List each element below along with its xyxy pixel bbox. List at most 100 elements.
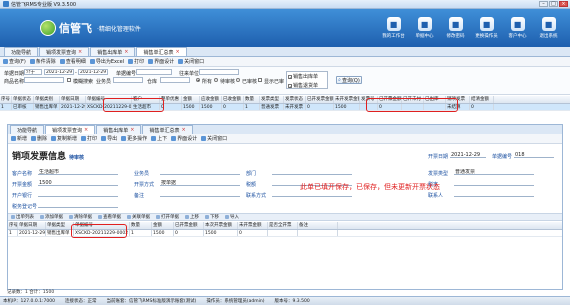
field-input[interactable]: 按单据 <box>160 180 240 186</box>
column-header[interactable]: 应收金额 <box>200 96 222 103</box>
toolbar-button[interactable]: 打印 <box>81 135 97 142</box>
field-input[interactable]: 1500 <box>38 180 118 186</box>
invoice-date-input[interactable]: 2021-12-29 <box>450 152 486 158</box>
close-icon[interactable]: × <box>124 49 128 55</box>
column-header[interactable]: 本次开票金额 <box>204 222 238 229</box>
tab-1[interactable]: 销项发票查询 × <box>39 47 90 56</box>
warehouse-input[interactable] <box>160 77 190 83</box>
column-header[interactable]: 序号 <box>8 222 18 229</box>
date-op-select[interactable]: 介于 <box>24 69 42 75</box>
maximize-button[interactable]: □ <box>549 1 558 7</box>
doc-type-item[interactable]: ✓ 销售出库单 <box>287 72 327 81</box>
tab-3[interactable]: 销售单汇总表 × <box>142 125 193 134</box>
query-button[interactable]: ⌕ 查询(Q) <box>336 76 362 84</box>
field-input[interactable] <box>454 180 534 186</box>
minimize-button[interactable]: – <box>539 1 548 7</box>
column-header[interactable]: 数量 <box>130 222 152 229</box>
toolbar-button[interactable]: 关闭窗口 <box>178 58 204 65</box>
show-audited-checkbox[interactable] <box>258 78 262 82</box>
column-header[interactable]: 序号 <box>0 96 12 103</box>
tab-3[interactable]: 销售单汇总表 × <box>136 47 187 56</box>
dept-input[interactable] <box>113 77 143 83</box>
toolbar-button[interactable]: 查看明细 <box>59 58 86 65</box>
toolbar-button[interactable]: 条件清除 <box>29 58 56 65</box>
pending-radio[interactable] <box>214 78 218 82</box>
nav-item[interactable]: ■ 单据中心 <box>411 13 438 43</box>
close-button[interactable]: × <box>559 1 568 7</box>
all-radio[interactable]: • <box>196 78 200 83</box>
nav-item[interactable]: ■ 我的工作台 <box>380 13 407 43</box>
column-header[interactable]: 数量 <box>244 96 260 103</box>
field-input[interactable] <box>160 191 240 197</box>
column-header[interactable]: 单据状态 <box>12 96 34 103</box>
toolbar-button[interactable]: 界面设计 <box>171 135 197 142</box>
toolbar-button[interactable]: 上下 <box>151 135 167 142</box>
tab-1[interactable]: 销项发票查询 × <box>45 125 96 134</box>
close-icon[interactable]: × <box>78 49 82 55</box>
column-header[interactable]: 备注 <box>298 222 338 229</box>
close-icon[interactable]: × <box>175 49 179 55</box>
toolbar-button[interactable]: 新增 <box>11 135 27 142</box>
close-icon[interactable]: × <box>181 127 185 133</box>
column-header[interactable]: 是否全开票 <box>268 222 298 229</box>
doc-type-item[interactable]: ✓ 销售退货单 <box>287 81 327 90</box>
detail-tool[interactable]: 打开单据 <box>156 214 179 220</box>
detail-tool[interactable]: 添加单据 <box>40 214 63 220</box>
detail-tool[interactable]: 导入 <box>225 214 239 220</box>
toolbar-button[interactable]: 打印 <box>128 58 144 65</box>
field-input[interactable]: 生活超市 <box>38 169 118 175</box>
column-header[interactable]: 未开票金额 <box>238 222 268 229</box>
close-icon[interactable]: × <box>130 127 134 133</box>
column-header[interactable]: 发票类型 <box>260 96 284 103</box>
detail-tool[interactable]: 清除单据 <box>69 214 92 220</box>
field-input[interactable] <box>454 191 534 197</box>
field-input[interactable] <box>38 191 118 197</box>
tab-2[interactable]: 销售出库单 × <box>96 125 142 134</box>
toolbar-button[interactable]: 删除 <box>31 135 47 142</box>
nav-item[interactable]: ■ 客户中心 <box>504 13 531 43</box>
tab-2[interactable]: 销售出库单 × <box>90 47 136 56</box>
date-from-input[interactable]: 2021-12-29 <box>44 69 74 75</box>
table-row[interactable]: 1已审核销售出库单2021-12-29XSCKD-20211229-0002生活… <box>0 104 570 111</box>
column-header[interactable]: 结清金额 <box>470 96 494 103</box>
column-header[interactable]: 单据类型 <box>46 222 74 229</box>
toolbar-button[interactable]: 界面设计 <box>148 58 174 65</box>
field-input[interactable] <box>38 202 118 208</box>
nav-item[interactable]: ■ 退出系统 <box>535 13 562 43</box>
goods-input[interactable] <box>24 77 64 83</box>
tab-0[interactable]: 功能导航 <box>4 47 39 56</box>
nav-item[interactable]: ■ 修改密码 <box>442 13 469 43</box>
settle-input[interactable] <box>199 69 239 75</box>
field-input[interactable] <box>160 169 240 175</box>
column-header[interactable]: 已开票金额 <box>174 222 204 229</box>
column-header[interactable]: 金额 <box>182 96 200 103</box>
toolbar-button[interactable]: 复制新增 <box>51 135 77 142</box>
detail-tool[interactable]: 关联单据 <box>127 214 150 220</box>
fuzzy-checkbox[interactable] <box>67 78 71 82</box>
close-icon[interactable]: × <box>84 127 88 133</box>
column-header[interactable]: 单据日期 <box>60 96 86 103</box>
column-header[interactable]: 单据日期 <box>18 222 46 229</box>
column-header[interactable]: 已收金额 <box>222 96 244 103</box>
toolbar-button[interactable]: 导出 <box>101 135 117 142</box>
column-header[interactable]: 未开发票金额 <box>334 96 360 103</box>
field-input[interactable] <box>272 169 352 175</box>
column-header[interactable]: 已开发票金额 <box>306 96 334 103</box>
detail-tool[interactable]: 出单列表 <box>11 214 34 220</box>
toolbar-button[interactable]: 关闭窗口 <box>201 135 227 142</box>
tab-0[interactable]: 功能导航 <box>10 125 45 134</box>
doc-no-input[interactable] <box>136 69 172 75</box>
detail-tool[interactable]: 查看单据 <box>98 214 121 220</box>
toolbar-button[interactable]: 导出为Excel <box>89 58 124 65</box>
toolbar-button[interactable]: 更多操作 <box>121 135 147 142</box>
audited-radio[interactable] <box>236 78 240 82</box>
date-to-input[interactable]: 2021-12-29 <box>78 69 108 75</box>
nav-item[interactable]: ■ 更换操作员 <box>473 13 500 43</box>
detail-tool[interactable]: 下移 <box>205 214 219 220</box>
toolbar-button[interactable]: 查询(F) <box>3 58 26 65</box>
column-header[interactable]: 单据类别 <box>34 96 60 103</box>
invoice-no-input[interactable]: 018 <box>514 152 554 158</box>
field-input[interactable]: 普通发票 <box>454 169 534 175</box>
column-header[interactable]: 金额 <box>152 222 174 229</box>
column-header[interactable]: 发票状态 <box>284 96 306 103</box>
